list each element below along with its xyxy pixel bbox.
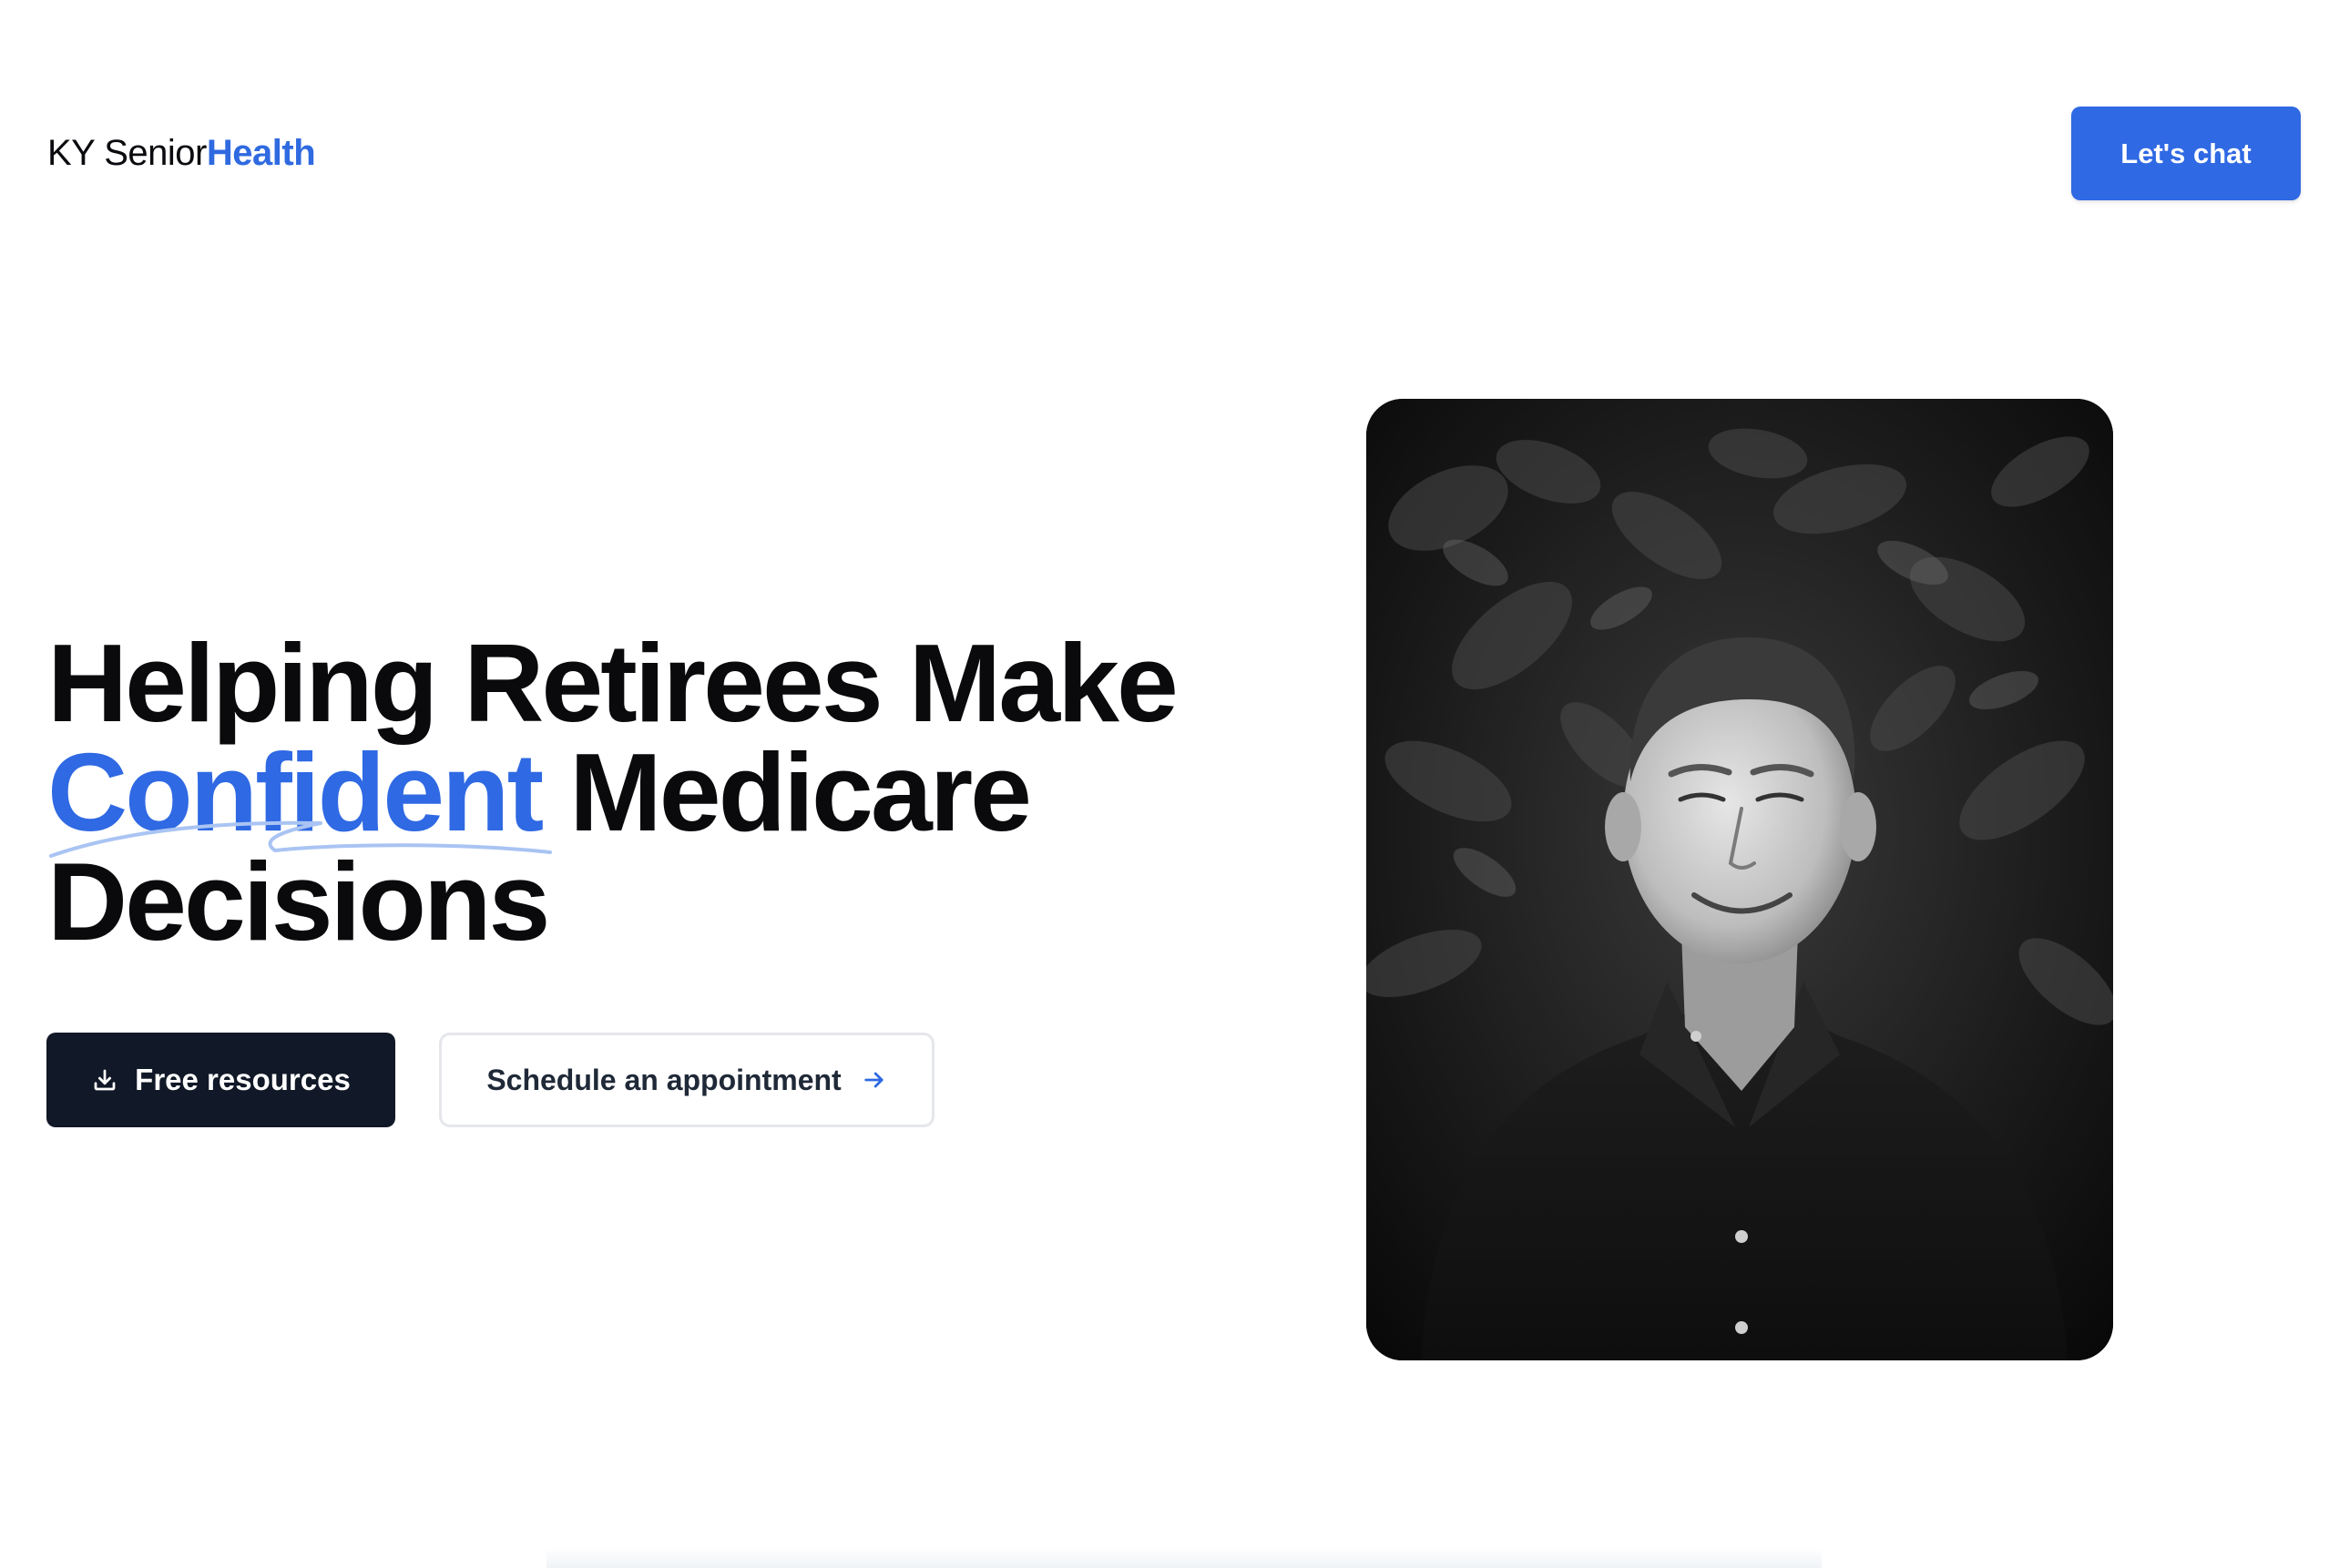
free-resources-label: Free resources <box>135 1063 351 1096</box>
portrait-illustration <box>1366 399 2113 1360</box>
schedule-appointment-label: Schedule an appointment <box>486 1063 842 1096</box>
landing-page: KY SeniorHealth Let's chat Helping Retir… <box>0 0 2339 1568</box>
logo-accent: Health <box>206 133 316 173</box>
hero-heading-line-2: Confident Medicare <box>47 730 1231 854</box>
hero-heading: Helping Retirees Make Confident Medicare… <box>47 621 1231 963</box>
lets-chat-button[interactable]: Let's chat <box>2071 107 2301 200</box>
advisor-portrait-photo <box>1366 399 2113 1360</box>
free-resources-button[interactable]: Free resources <box>46 1033 395 1127</box>
hero-heading-line-1: Helping Retirees Make <box>47 621 1179 745</box>
download-icon <box>91 1066 118 1094</box>
hero-heading-line-2-rest: Medicare <box>541 730 1032 854</box>
hero-heading-line-3: Decisions <box>47 840 550 963</box>
schedule-appointment-button[interactable]: Schedule an appointment <box>439 1033 935 1127</box>
site-logo[interactable]: KY SeniorHealth <box>47 131 316 175</box>
bottom-fade-decoration <box>546 1548 1822 1568</box>
logo-prefix: KY Senior <box>47 133 207 173</box>
hero-heading-highlight: Confident <box>47 730 544 854</box>
arrow-right-icon <box>862 1067 887 1093</box>
